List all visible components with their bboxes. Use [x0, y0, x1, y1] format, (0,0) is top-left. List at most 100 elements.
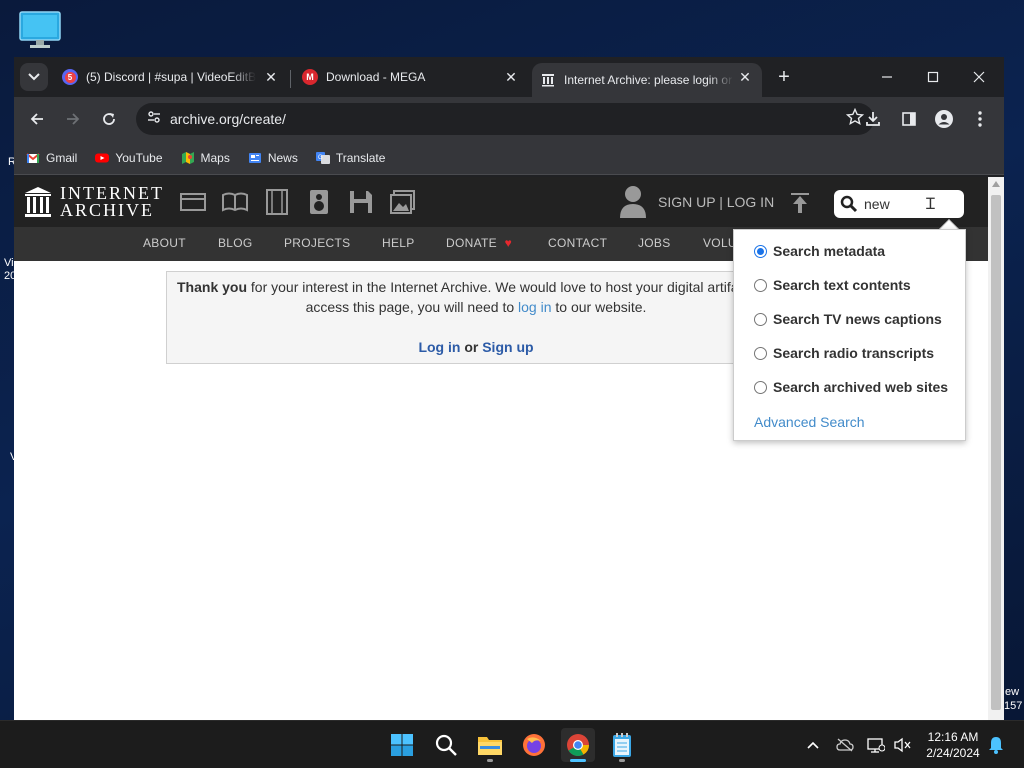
taskbar-search-button[interactable]	[429, 728, 463, 762]
heart-icon: ♥	[504, 236, 512, 250]
tab-discord[interactable]: 5 (5) Discord | #supa | VideoEditB ✕	[62, 63, 288, 91]
bookmark-news[interactable]: News	[248, 151, 298, 165]
nav-projects[interactable]: PROJECTS	[284, 236, 350, 250]
close-icon[interactable]: ✕	[502, 68, 520, 86]
start-button[interactable]	[385, 728, 419, 762]
upload-icon[interactable]	[790, 192, 810, 214]
search-option-radio[interactable]: Search radio transcripts	[754, 345, 934, 361]
address-bar[interactable]: archive.org/create/	[136, 103, 874, 135]
search-option-text[interactable]: Search text contents	[754, 277, 911, 293]
audio-speaker-icon[interactable]	[306, 189, 332, 215]
nav-about[interactable]: ABOUT	[143, 236, 186, 250]
ia-search-box[interactable]: new	[834, 190, 964, 218]
archive-icon	[540, 72, 556, 88]
bookmark-youtube[interactable]: YouTube	[95, 151, 163, 165]
tab-divider	[290, 70, 291, 88]
gmail-icon	[26, 152, 40, 163]
desktop-monitor-icon[interactable]	[18, 10, 62, 50]
close-icon	[973, 71, 985, 83]
show-hidden-icons-button[interactable]	[803, 735, 823, 755]
onedrive-tray[interactable]	[835, 735, 855, 755]
translate-icon: G	[315, 151, 330, 164]
news-icon	[248, 152, 261, 163]
new-tab-button[interactable]: +	[772, 65, 796, 89]
nav-volunteer[interactable]: VOLU	[703, 236, 737, 250]
bookmark-translate[interactable]: G Translate	[315, 151, 385, 165]
archive-building-icon	[25, 187, 51, 217]
video-film-icon[interactable]	[264, 189, 290, 215]
taskbar-clock[interactable]: 12:16 AM 2/24/2024	[918, 729, 988, 761]
reload-button[interactable]	[95, 105, 123, 133]
minimize-button[interactable]	[864, 61, 910, 93]
login-link[interactable]: Log in	[418, 339, 460, 355]
tab-search-button[interactable]	[20, 63, 48, 91]
nav-donate[interactable]: DONATE ♥	[446, 236, 512, 250]
maximize-icon	[927, 71, 939, 83]
bookmarks-bar: Gmail YouTube Maps News G Translate	[14, 141, 1004, 175]
signup-login-link[interactable]: SIGN UP | LOG IN	[658, 194, 774, 210]
scroll-thumb[interactable]	[991, 195, 1001, 710]
menu-button[interactable]	[966, 105, 994, 133]
bookmark-maps[interactable]: Maps	[181, 151, 230, 165]
user-avatar-icon[interactable]	[618, 185, 648, 219]
radio-button[interactable]	[754, 380, 767, 394]
search-option-web[interactable]: Search archived web sites	[754, 379, 948, 395]
advanced-search-link[interactable]: Advanced Search	[754, 414, 865, 430]
minimize-icon	[882, 76, 892, 78]
discord-icon: 5	[62, 69, 78, 85]
desktop-label-fragment: 157	[1004, 700, 1023, 712]
nav-contact[interactable]: CONTACT	[548, 236, 607, 250]
cloud-offline-icon	[836, 738, 854, 752]
tab-mega[interactable]: M Download - MEGA ✕	[302, 63, 528, 91]
page-scrollbar[interactable]	[988, 177, 1004, 720]
ia-search-input[interactable]: new	[864, 196, 890, 212]
web-icon[interactable]	[180, 189, 206, 215]
firefox-button[interactable]	[517, 728, 551, 762]
radio-button[interactable]	[754, 312, 767, 326]
tab-internet-archive[interactable]: Internet Archive: please login or ✕	[532, 63, 762, 97]
maximize-button[interactable]	[910, 61, 956, 93]
back-arrow-icon	[30, 113, 43, 125]
network-tray[interactable]	[866, 735, 886, 755]
forward-button[interactable]	[59, 105, 87, 133]
network-icon	[867, 738, 885, 753]
ia-logo[interactable]: INTERNET ARCHIVE	[24, 184, 164, 219]
page-content: INTERNET ARCHIVE SIGN UP | LOG IN new Ɪ	[14, 177, 988, 720]
search-option-tv[interactable]: Search TV news captions	[754, 311, 942, 327]
images-icon[interactable]	[390, 189, 416, 215]
log-in-link[interactable]: log in	[518, 299, 551, 315]
side-panel-button[interactable]	[895, 105, 923, 133]
desktop-label-fragment: ew	[1005, 686, 1020, 698]
search-icon	[435, 734, 457, 756]
bookmark-gmail[interactable]: Gmail	[26, 151, 77, 165]
close-window-button[interactable]	[956, 61, 1002, 93]
signup-link[interactable]: Sign up	[482, 339, 533, 355]
radio-button[interactable]	[754, 346, 767, 360]
maps-icon	[181, 151, 194, 164]
notifications-button[interactable]	[986, 735, 1006, 755]
close-icon[interactable]: ✕	[262, 68, 280, 86]
scroll-up-arrow-icon[interactable]	[992, 181, 1000, 187]
downloads-button[interactable]	[859, 105, 887, 133]
close-icon[interactable]: ✕	[736, 68, 754, 86]
radio-button[interactable]	[754, 244, 767, 258]
software-floppy-icon[interactable]	[348, 189, 374, 215]
notepad-button[interactable]	[605, 728, 639, 762]
text-cursor-icon: Ɪ	[926, 194, 935, 213]
volume-tray[interactable]	[892, 735, 912, 755]
back-button[interactable]	[23, 105, 51, 133]
mega-icon: M	[302, 69, 318, 85]
search-option-metadata[interactable]: Search metadata	[754, 243, 885, 259]
site-info-icon[interactable]	[146, 109, 162, 130]
nav-blog[interactable]: BLOG	[218, 236, 253, 250]
folder-icon	[478, 737, 502, 755]
nav-help[interactable]: HELP	[382, 236, 415, 250]
svg-text:G: G	[318, 155, 323, 161]
radio-button[interactable]	[754, 278, 767, 292]
desktop-label-fragment: Vi	[4, 257, 14, 269]
chrome-button[interactable]	[561, 728, 595, 762]
texts-book-icon[interactable]	[222, 189, 248, 215]
nav-jobs[interactable]: JOBS	[638, 236, 671, 250]
file-explorer-button[interactable]	[473, 728, 507, 762]
profile-button[interactable]	[930, 105, 958, 133]
